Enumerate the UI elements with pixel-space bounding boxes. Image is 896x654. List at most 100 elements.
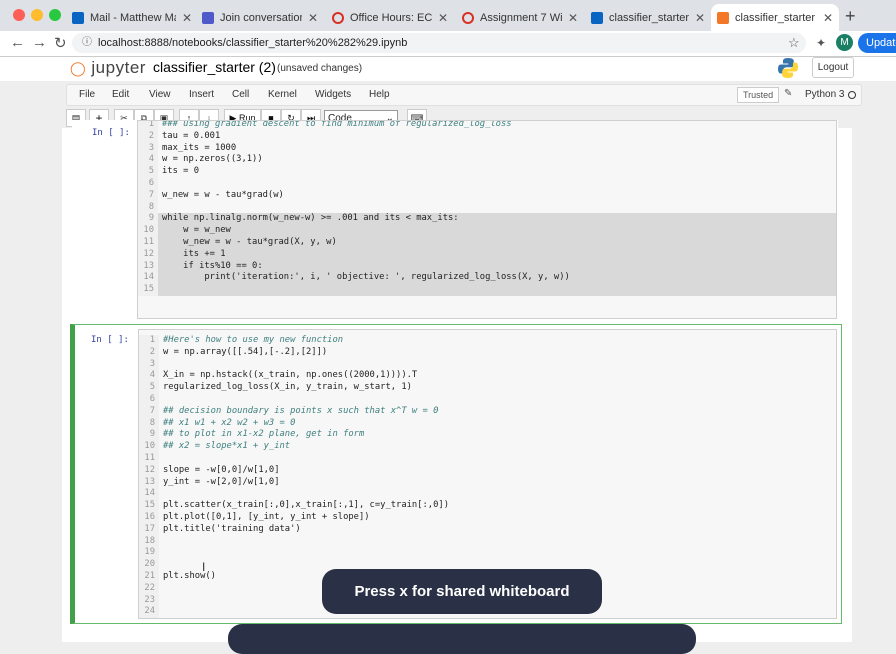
menu-insert[interactable]: Insert <box>189 89 214 100</box>
code-text: y_int = -w[2,0]/w[1,0] <box>163 476 280 487</box>
outlook-icon <box>72 11 84 24</box>
line-number: 3 <box>139 358 159 371</box>
info-icon[interactable]: ⓘ <box>82 33 92 53</box>
code-editor[interactable]: 1 ### using gradient descent to find mini… <box>137 120 837 319</box>
menu-cell[interactable]: Cell <box>232 89 249 100</box>
forward-icon[interactable]: → <box>32 34 47 51</box>
trusted-badge[interactable]: Trusted <box>737 87 780 103</box>
overlay-panel <box>228 624 696 654</box>
code-line: 12 its += 1 <box>138 248 836 261</box>
line-number: 13 <box>139 476 159 489</box>
code-text: tau = 0.001 <box>162 130 221 141</box>
line-number: 17 <box>139 523 159 536</box>
line-number: 15 <box>138 284 158 296</box>
line-number: 2 <box>139 346 159 359</box>
url-bar[interactable]: ⓘ localhost:8888/notebooks/classifier_st… <box>72 33 806 53</box>
profile-avatar[interactable]: M <box>836 34 853 51</box>
code-text: w_new = w - tau*grad(w) <box>162 189 284 200</box>
line-number: 18 <box>139 535 159 548</box>
maximize-window-button[interactable] <box>49 9 61 21</box>
line-number: 12 <box>139 464 159 477</box>
code-text: ## to plot in x1-x2 plane, get in form <box>163 429 365 440</box>
close-tab-icon[interactable]: ✕ <box>695 11 705 25</box>
line-number: 4 <box>138 154 158 167</box>
browser-tab-office-hours[interactable]: Office Hours: ECE53 ✕ <box>326 4 454 31</box>
line-number: 12 <box>138 248 158 261</box>
code-text: if its%10 == 0: <box>162 260 263 271</box>
browser-tab-assignment[interactable]: Assignment 7 Wik ✕ <box>456 4 584 31</box>
code-text: w_new = w - tau*grad(X, y, w) <box>162 237 337 247</box>
bookmark-star-icon[interactable]: ☆ <box>788 35 800 51</box>
edit-pencil-icon[interactable]: ✎ <box>784 88 792 99</box>
minimize-window-button[interactable] <box>31 9 43 21</box>
code-line: 6 <box>138 178 836 190</box>
code-line: 7 ## decision boundary is points x such t… <box>139 405 836 418</box>
close-tab-icon[interactable]: ✕ <box>568 11 578 25</box>
jupyter-logo[interactable]: ◯ jupyter <box>70 58 146 78</box>
code-line: 12 slope = -w[0,0]/w[1,0] <box>139 464 836 477</box>
browser-tab-bar: Mail - Matthew Mallo ✕ Join conversation… <box>0 0 896 31</box>
logout-button[interactable]: Logout <box>812 57 854 78</box>
line-number: 21 <box>139 571 159 583</box>
back-icon[interactable]: ← <box>10 34 25 51</box>
close-window-button[interactable] <box>13 9 25 21</box>
cell-prompt: In [ ]: <box>92 128 130 138</box>
line-number: 4 <box>139 370 159 383</box>
code-text: X_in = np.hstack((x_train, np.ones((2000… <box>163 370 418 381</box>
line-number: 6 <box>139 394 159 406</box>
line-number: 5 <box>139 382 159 394</box>
menu-view[interactable]: View <box>149 89 171 100</box>
code-line: 6 <box>139 394 836 406</box>
code-line: 3 max_its = 1000 <box>138 142 836 155</box>
code-line: 9 ## to plot in x1-x2 plane, get in form <box>139 429 836 442</box>
code-text: regularized_log_loss(X_in, y_train, w_st… <box>163 382 412 393</box>
code-line: 18 <box>139 535 836 548</box>
line-number: 23 <box>139 594 159 607</box>
line-number: 7 <box>138 189 158 202</box>
close-tab-icon[interactable]: ✕ <box>308 11 318 25</box>
close-tab-icon[interactable]: ✕ <box>823 11 833 25</box>
code-line: 13 y_int = -w[2,0]/w[1,0] <box>139 476 836 489</box>
notebook-name[interactable]: classifier_starter (2) <box>153 59 276 75</box>
menu-help[interactable]: Help <box>369 89 390 100</box>
line-number: 14 <box>139 488 159 501</box>
menu-file[interactable]: File <box>79 89 95 100</box>
code-line: 14 print('iteration:', i, ' objective: '… <box>138 272 836 285</box>
extensions-icon[interactable]: ✦ <box>816 36 826 50</box>
line-number: 11 <box>139 453 159 465</box>
code-line: 10 ## x2 = slope*x1 + y_int <box>139 441 836 453</box>
code-line: 15 plt.scatter(x_train[:,0],x_train[:,1],… <box>139 500 836 512</box>
kernel-status-icon <box>848 91 856 99</box>
line-number: 16 <box>139 512 159 524</box>
code-line: 7 w_new = w - tau*grad(w) <box>138 189 836 202</box>
browser-tab-teams[interactable]: Join conversation ✕ <box>196 4 324 31</box>
close-tab-icon[interactable]: ✕ <box>438 11 448 25</box>
code-text: plt.show() <box>163 571 216 581</box>
menu-kernel[interactable]: Kernel <box>268 89 297 100</box>
menu-widgets[interactable]: Widgets <box>315 89 351 100</box>
kernel-name[interactable]: Python 3 <box>805 89 844 100</box>
line-number: 10 <box>138 225 158 237</box>
line-number: 6 <box>138 178 158 190</box>
code-text: w = np.zeros((3,1)) <box>162 154 263 165</box>
browser-tab-mail[interactable]: Mail - Matthew Mallo ✕ <box>66 4 198 31</box>
mouse-cursor-icon: I <box>202 560 206 574</box>
reload-icon[interactable]: ↻ <box>54 34 67 52</box>
cell-prompt: In [ ]: <box>91 335 129 345</box>
update-button[interactable]: Update <box>858 33 896 53</box>
line-number: 15 <box>139 500 159 512</box>
code-line: 19 <box>139 547 836 560</box>
close-tab-icon[interactable]: ✕ <box>182 11 192 25</box>
jupyter-logo-icon: ◯ <box>70 60 87 76</box>
browser-tab-active[interactable]: classifier_starter (2) ✕ <box>711 4 839 31</box>
menu-edit[interactable]: Edit <box>112 89 129 100</box>
code-line: 15 <box>138 284 836 296</box>
new-tab-button[interactable]: + <box>845 6 856 27</box>
line-number: 8 <box>139 417 159 430</box>
code-line: 11 w_new = w - tau*grad(X, y, w) <box>138 237 836 249</box>
line-number: 1 <box>139 335 159 347</box>
code-text: ### using gradient descent to find minim… <box>162 120 512 129</box>
browser-tab-classifier[interactable]: classifier_starter.ipyn ✕ <box>585 4 711 31</box>
code-cell[interactable]: In [ ]: 1 ### using gradient descent to f… <box>72 120 838 320</box>
code-text: its += 1 <box>162 248 226 259</box>
